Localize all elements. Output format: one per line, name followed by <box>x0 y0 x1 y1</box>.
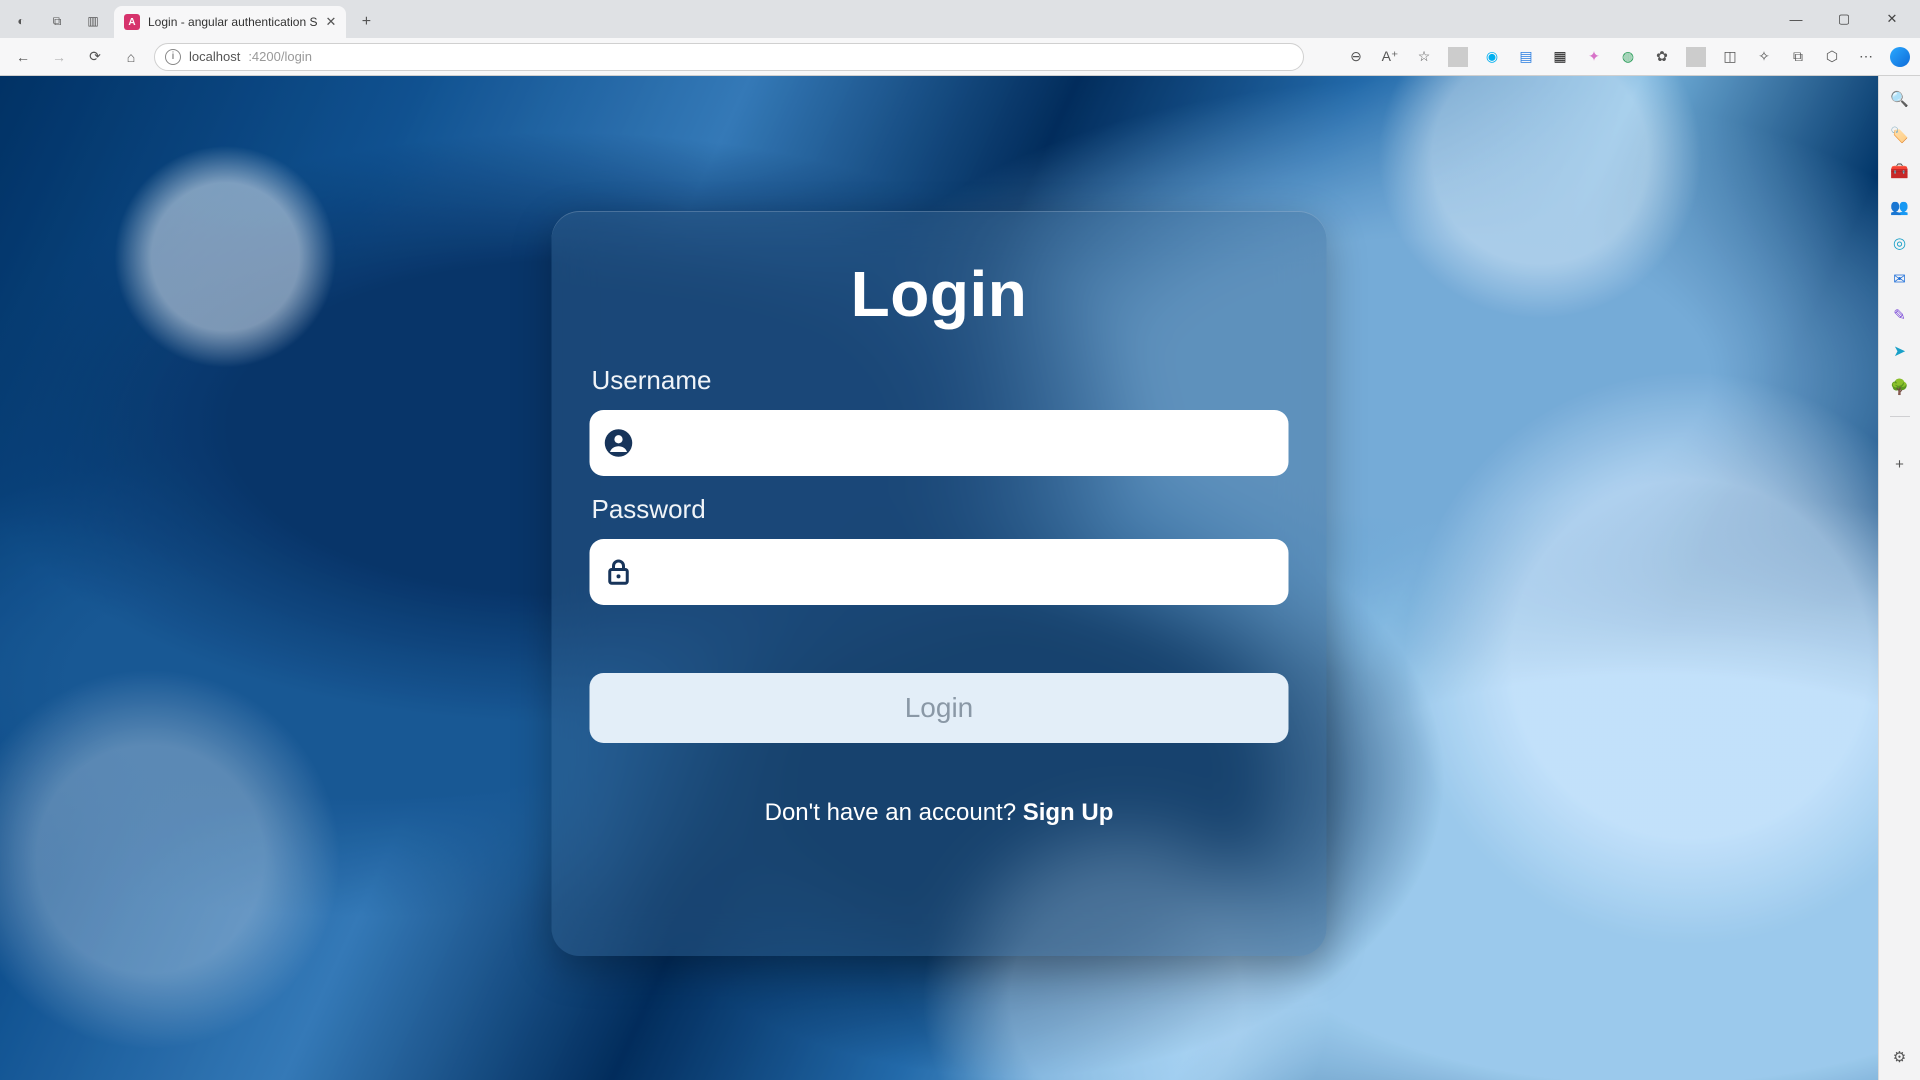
site-info-icon[interactable]: i <box>165 49 181 65</box>
skype-ext-icon[interactable]: ◉ <box>1482 47 1502 67</box>
url-host: localhost <box>189 49 240 64</box>
password-label: Password <box>592 494 1289 525</box>
user-icon <box>604 428 634 458</box>
sidebar-tree-icon[interactable]: 🌳 <box>1887 374 1913 400</box>
signup-prefix: Don't have an account? <box>765 799 1023 826</box>
collections-icon[interactable]: ⧉ <box>1788 47 1808 67</box>
more-menu-icon[interactable]: ⋯ <box>1856 47 1876 67</box>
tab-strip: ◐ ⧉ ▥ A Login - angular authentication S… <box>0 0 1920 38</box>
close-window-button[interactable]: ✕ <box>1870 4 1914 34</box>
sidebar-outlook-icon[interactable]: ✉ <box>1887 266 1913 292</box>
minimize-button[interactable]: — <box>1774 4 1818 34</box>
dark-ext-icon[interactable]: ▦ <box>1550 47 1570 67</box>
username-input-wrap <box>590 410 1289 476</box>
favorites-icon[interactable]: ✧ <box>1754 47 1774 67</box>
sidebar-people-icon[interactable]: 👥 <box>1887 194 1913 220</box>
username-input[interactable] <box>646 410 1275 476</box>
sidebar-chat-icon[interactable]: ◎ <box>1887 230 1913 256</box>
workspace-icon[interactable]: ◐ <box>10 10 32 32</box>
edge-sidebar: 🔍 🏷️ 🧰 👥 ◎ ✉ ✎ ➤ 🌳 + ⚙ <box>1878 76 1920 1080</box>
tab-title: Login - angular authentication S <box>148 15 317 29</box>
sidebar-settings-icon[interactable]: ⚙ <box>1887 1044 1913 1070</box>
angular-favicon-icon: A <box>124 14 140 30</box>
password-input-wrap <box>590 539 1289 605</box>
signup-row: Don't have an account? Sign Up <box>590 799 1289 827</box>
sidebar-designer-icon[interactable]: ✎ <box>1887 302 1913 328</box>
pink-ext-icon[interactable]: ✦ <box>1584 47 1604 67</box>
sidebar-send-icon[interactable]: ➤ <box>1887 338 1913 364</box>
profile-avatar[interactable] <box>1890 47 1910 67</box>
refresh-button[interactable]: ⟳ <box>82 44 108 70</box>
new-tab-button[interactable]: + <box>352 8 380 36</box>
window-controls: — ▢ ✕ <box>1774 4 1914 34</box>
sidebar-add-icon[interactable]: + <box>1887 451 1913 477</box>
signup-link[interactable]: Sign Up <box>1023 799 1114 826</box>
sidebar-tag-icon[interactable]: 🏷️ <box>1887 122 1913 148</box>
tab-actions-icon[interactable]: ▥ <box>82 10 104 32</box>
address-bar: ← → ⟳ ⌂ i localhost :4200/login ⊖ A⁺ ☆ ◉ … <box>0 38 1920 76</box>
login-button[interactable]: Login <box>590 673 1289 743</box>
favorite-icon[interactable]: ☆ <box>1414 47 1434 67</box>
extensions-icon[interactable]: ⬡ <box>1822 47 1842 67</box>
maximize-button[interactable]: ▢ <box>1822 4 1866 34</box>
sidebar-search-icon[interactable]: 🔍 <box>1887 86 1913 112</box>
separator <box>1448 47 1468 67</box>
back-button[interactable]: ← <box>10 44 36 70</box>
workspace-alt-icon[interactable]: ⧉ <box>46 10 68 32</box>
globe-ext-icon[interactable]: ◍ <box>1618 47 1638 67</box>
zoom-icon[interactable]: ⊖ <box>1346 47 1366 67</box>
login-title: Login <box>590 257 1289 331</box>
username-label: Username <box>592 365 1289 396</box>
toolbar-icons: ⊖ A⁺ ☆ ◉ ▤ ▦ ✦ ◍ ✿ ◫ ✧ ⧉ ⬡ ⋯ <box>1346 47 1910 67</box>
page-viewport: Login Username Password Login <box>0 76 1878 1080</box>
home-button[interactable]: ⌂ <box>118 44 144 70</box>
read-aloud-icon[interactable]: A⁺ <box>1380 47 1400 67</box>
translate-ext-icon[interactable]: ▤ <box>1516 47 1536 67</box>
url-input[interactable]: i localhost :4200/login <box>154 43 1304 71</box>
forward-button[interactable]: → <box>46 44 72 70</box>
copilot-ext-icon[interactable]: ✿ <box>1652 47 1672 67</box>
lock-icon <box>604 557 634 587</box>
login-card: Login Username Password Login <box>552 211 1327 956</box>
separator <box>1686 47 1706 67</box>
url-path: :4200/login <box>248 49 312 64</box>
browser-tab-active[interactable]: A Login - angular authentication S ✕ <box>114 6 346 38</box>
close-tab-icon[interactable]: ✕ <box>325 14 336 30</box>
sidebar-divider <box>1890 416 1910 417</box>
split-screen-icon[interactable]: ◫ <box>1720 47 1740 67</box>
password-input[interactable] <box>646 539 1275 605</box>
sidebar-tools-icon[interactable]: 🧰 <box>1887 158 1913 184</box>
